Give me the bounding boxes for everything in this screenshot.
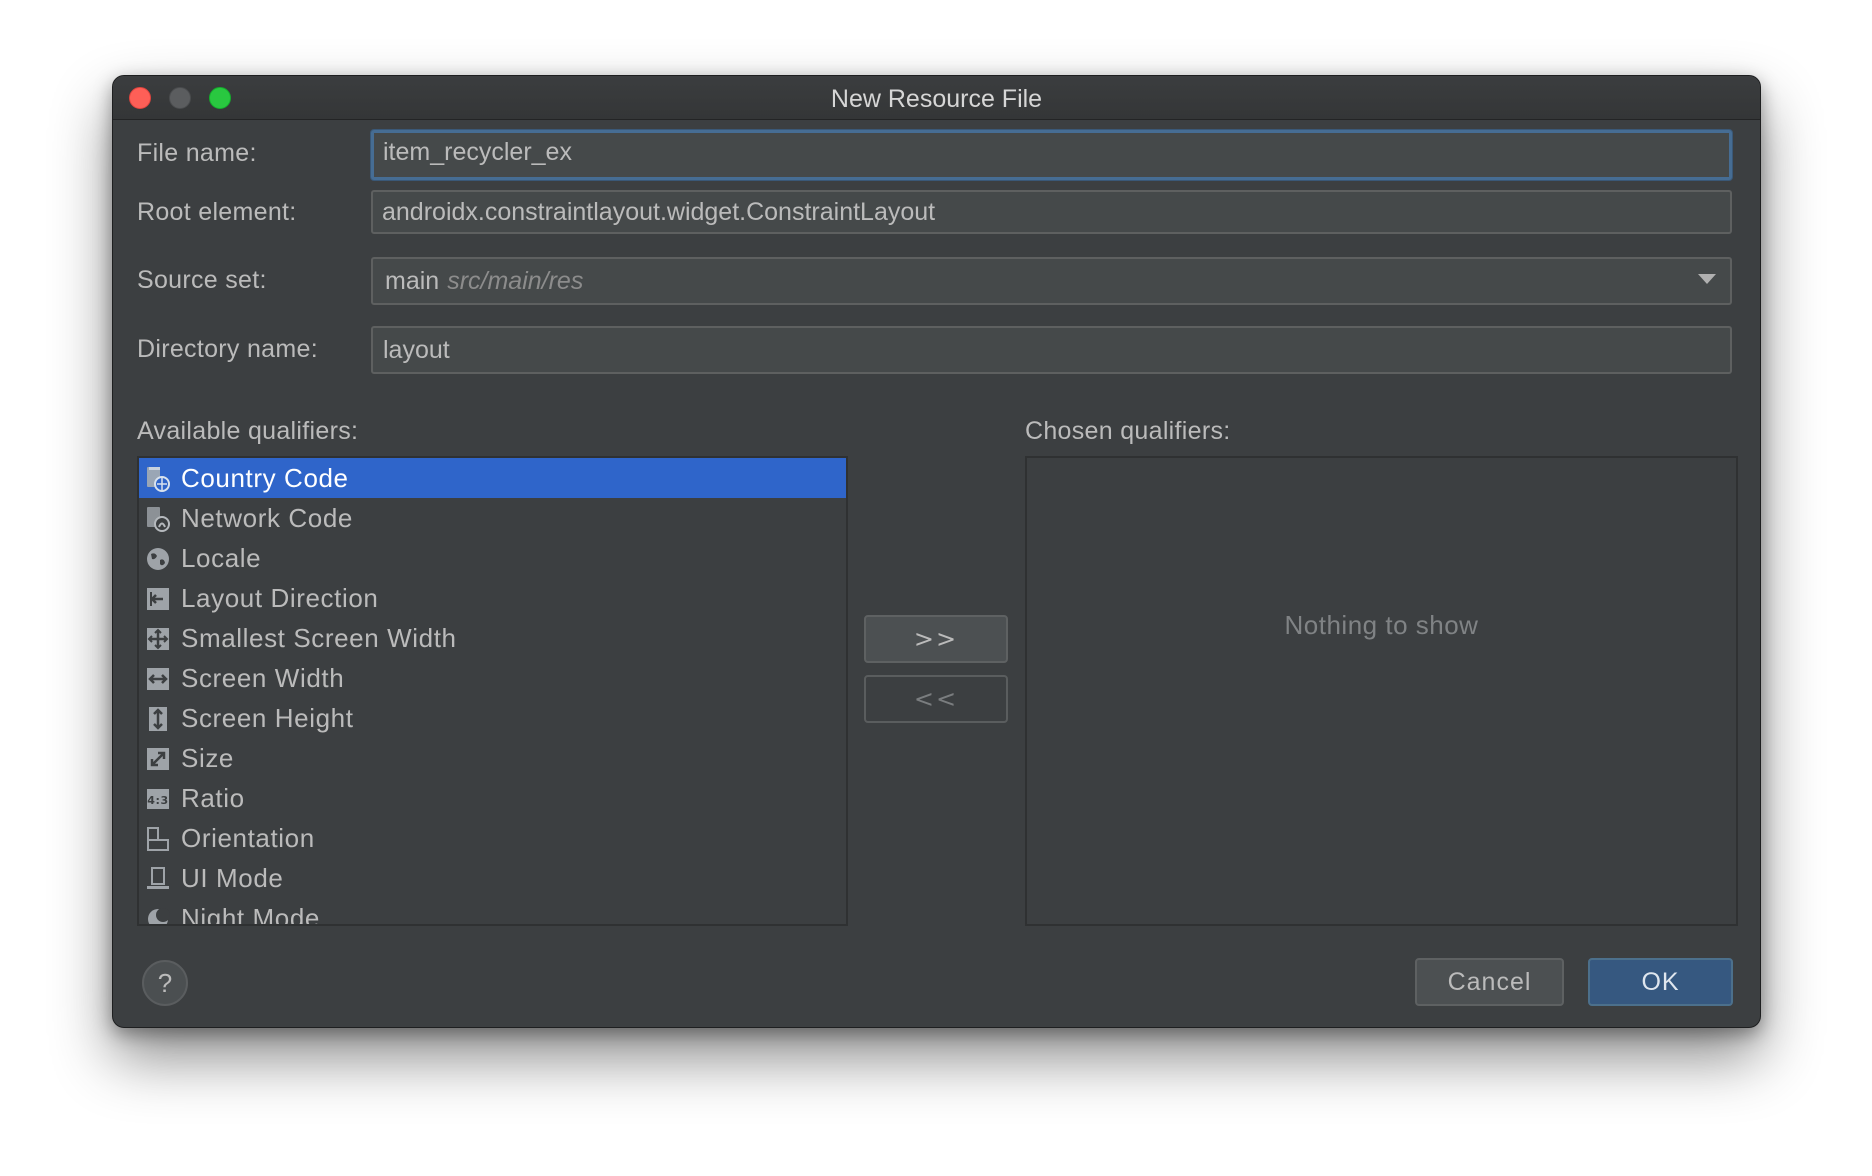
source-set-dropdown[interactable]: main src/main/res <box>371 257 1732 305</box>
list-item-label: Orientation <box>181 823 315 853</box>
list-item-size[interactable]: Size <box>139 738 846 778</box>
file-name-label: File name: <box>137 139 257 167</box>
list-item-layout-direction[interactable]: Layout Direction <box>139 578 846 618</box>
root-element-input[interactable]: androidx.constraintlayout.widget.Constra… <box>371 190 1732 234</box>
available-qualifiers-list[interactable]: Country Code Network Code Locale Layout … <box>137 456 848 926</box>
list-item-label: Size <box>181 743 234 773</box>
night-mode-icon <box>145 906 171 924</box>
list-item-label: Network Code <box>181 503 353 533</box>
list-item-screen-width[interactable]: Screen Width <box>139 658 846 698</box>
list-item-smallest-screen-width[interactable]: Smallest Screen Width <box>139 618 846 658</box>
help-button[interactable]: ? <box>142 960 188 1006</box>
svg-text:4:3: 4:3 <box>147 794 169 807</box>
list-item-ui-mode[interactable]: UI Mode <box>139 858 846 898</box>
title-bar: New Resource File <box>113 76 1760 120</box>
list-item-label: UI Mode <box>181 863 284 893</box>
smallest-screen-width-icon <box>145 626 171 652</box>
chosen-qualifiers-label: Chosen qualifiers: <box>1025 417 1231 445</box>
list-item-orientation[interactable]: Orientation <box>139 818 846 858</box>
screen-width-icon <box>145 666 171 692</box>
list-item-network-code[interactable]: Network Code <box>139 498 846 538</box>
remove-qualifier-button[interactable]: << <box>864 675 1008 723</box>
window-title: New Resource File <box>830 85 1043 113</box>
file-name-value: item_recycler_ex <box>383 138 572 166</box>
directory-name-label: Directory name: <box>137 335 318 363</box>
list-item-label: Screen Width <box>181 663 345 693</box>
list-item-label: Locale <box>181 543 262 573</box>
directory-name-value: layout <box>383 336 450 364</box>
source-set-path: src/main/res <box>447 267 584 295</box>
country-code-icon <box>145 466 171 492</box>
list-item-ratio[interactable]: 4:3 Ratio <box>139 778 846 818</box>
list-item-label: Country Code <box>181 463 349 493</box>
orientation-icon <box>145 826 171 852</box>
list-item-label: Screen Height <box>181 703 354 733</box>
source-set-value: main <box>385 267 440 295</box>
list-item-screen-height[interactable]: Screen Height <box>139 698 846 738</box>
list-item-label: Layout Direction <box>181 583 379 613</box>
network-code-icon <box>145 506 171 532</box>
directory-name-input[interactable]: layout <box>371 326 1732 374</box>
size-icon <box>145 746 171 772</box>
root-element-label: Root element: <box>137 198 297 226</box>
empty-state-text: Nothing to show <box>1284 610 1479 640</box>
list-item-locale[interactable]: Locale <box>139 538 846 578</box>
ratio-icon: 4:3 <box>145 786 171 812</box>
list-item-label: Smallest Screen Width <box>181 623 457 653</box>
screen-height-icon <box>145 706 171 732</box>
ui-mode-icon <box>145 866 171 892</box>
add-qualifier-button[interactable]: >> <box>864 615 1008 663</box>
new-resource-file-dialog: New Resource File File name: item_recycl… <box>112 75 1761 1028</box>
ok-button[interactable]: OK <box>1588 958 1733 1006</box>
chevron-down-icon <box>1698 274 1716 284</box>
root-element-value: androidx.constraintlayout.widget.Constra… <box>382 198 936 226</box>
layout-direction-icon <box>145 586 171 612</box>
list-item-label: Night Mode <box>181 903 320 926</box>
cancel-button[interactable]: Cancel <box>1415 958 1564 1006</box>
source-set-label: Source set: <box>137 266 267 294</box>
question-mark-icon: ? <box>157 968 173 998</box>
list-item-night-mode[interactable]: Night Mode <box>139 898 846 926</box>
list-item-country-code[interactable]: Country Code <box>139 458 846 498</box>
globe-icon <box>145 546 171 572</box>
available-qualifiers-label: Available qualifiers: <box>137 417 359 445</box>
list-item-label: Ratio <box>181 783 245 813</box>
file-name-input[interactable]: item_recycler_ex <box>371 130 1732 180</box>
chosen-qualifiers-list[interactable]: Nothing to show <box>1025 456 1738 926</box>
